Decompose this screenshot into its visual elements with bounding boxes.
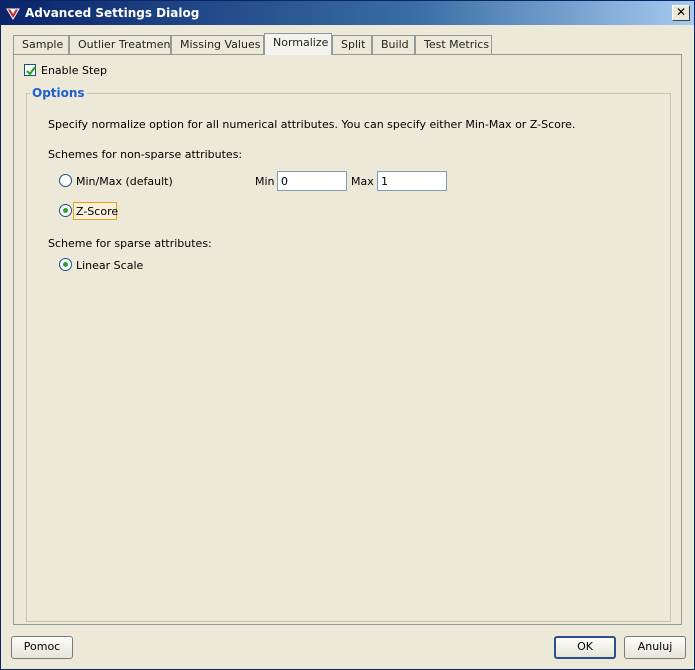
enable-step-label: Enable Step xyxy=(41,64,108,77)
zscore-radio[interactable] xyxy=(59,204,72,217)
close-icon: ✕ xyxy=(675,5,687,19)
radio-selected-dot xyxy=(63,208,68,213)
radio-selected-dot xyxy=(63,262,68,267)
checkmark-icon xyxy=(26,66,36,76)
tab-missing-values[interactable]: Missing Values xyxy=(171,35,264,54)
title-bar[interactable]: Advanced Settings Dialog ✕ xyxy=(1,1,694,25)
tab-normalize[interactable]: Normalize xyxy=(264,33,332,55)
help-button[interactable]: Pomoc xyxy=(11,636,73,659)
minmax-label[interactable]: Min/Max (default) xyxy=(76,175,173,188)
app-logo-icon xyxy=(5,5,21,21)
minmax-radio[interactable] xyxy=(59,174,72,187)
options-legend: Options xyxy=(30,86,87,100)
close-button[interactable]: ✕ xyxy=(672,5,690,21)
min-label: Min xyxy=(255,175,275,188)
ok-button[interactable]: OK xyxy=(554,636,616,659)
tab-outlier-treatment[interactable]: Outlier Treatment xyxy=(69,35,175,54)
max-input[interactable] xyxy=(377,171,447,191)
sparse-label: Scheme for sparse attributes: xyxy=(48,237,212,250)
tab-test-metrics[interactable]: Test Metrics xyxy=(415,35,492,54)
normalize-panel: Enable Step Options Specify normalize op… xyxy=(13,54,682,625)
tab-build[interactable]: Build xyxy=(372,35,415,54)
non-sparse-label: Schemes for non-sparse attributes: xyxy=(48,148,243,161)
zscore-label[interactable]: Z-Score xyxy=(76,205,118,218)
options-group: Options Specify normalize option for all… xyxy=(26,86,671,622)
max-label: Max xyxy=(351,175,374,188)
tab-split[interactable]: Split xyxy=(332,35,372,54)
linear-scale-radio[interactable] xyxy=(59,258,72,271)
min-input[interactable] xyxy=(277,171,347,191)
linear-scale-label[interactable]: Linear Scale xyxy=(76,259,143,272)
checkbox-box[interactable] xyxy=(24,64,36,76)
dialog-window: Advanced Settings Dialog ✕ Sample Outlie… xyxy=(0,0,695,670)
normalize-description: Specify normalize option for all numeric… xyxy=(48,118,576,131)
cancel-button[interactable]: Anuluj xyxy=(624,636,686,659)
window-title: Advanced Settings Dialog xyxy=(25,6,200,20)
tab-sample[interactable]: Sample xyxy=(13,35,69,54)
